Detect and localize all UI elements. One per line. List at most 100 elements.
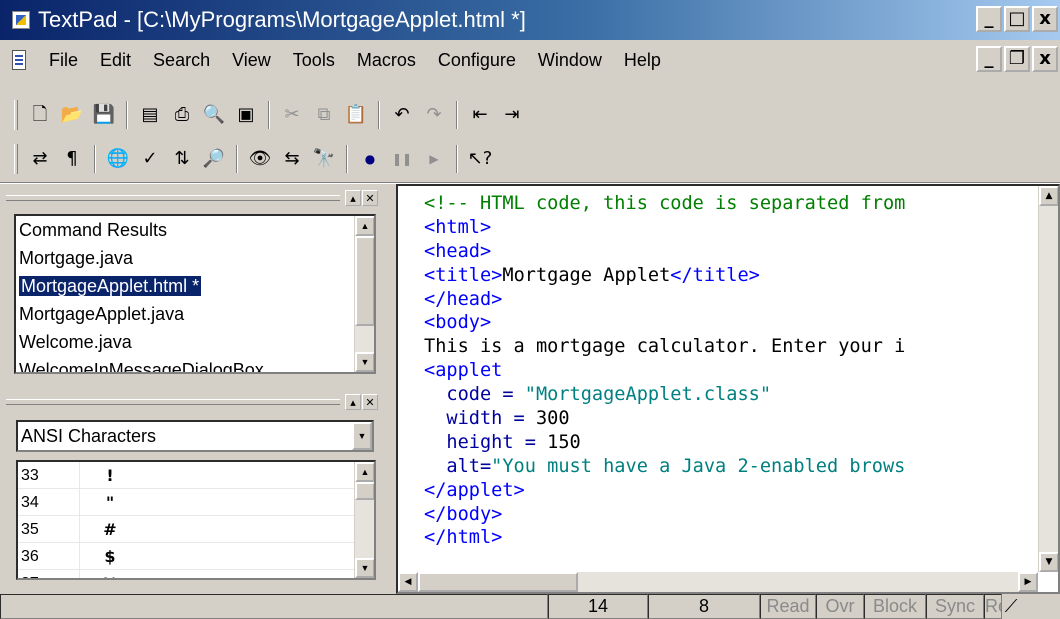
scroll-thumb[interactable] bbox=[355, 236, 374, 326]
document-system-menu-icon[interactable] bbox=[12, 50, 26, 70]
scroll-up-arrow-icon[interactable]: ▲ bbox=[355, 216, 374, 236]
menu-edit[interactable]: Edit bbox=[89, 50, 142, 71]
clip-row[interactable]: 34 " bbox=[18, 489, 374, 516]
document-item-mortgageapplet-java[interactable]: MortgageApplet.java bbox=[16, 300, 374, 328]
pane-close-button[interactable]: ✕ bbox=[362, 190, 378, 206]
menu-help[interactable]: Help bbox=[613, 50, 672, 71]
word-wrap-icon[interactable]: ⇄ bbox=[26, 145, 54, 173]
clip-list-scrollbar[interactable]: ▲ ▼ bbox=[354, 462, 374, 578]
code-line[interactable]: height = 150 bbox=[424, 431, 905, 455]
new-file-icon[interactable]: 🗋 bbox=[26, 101, 54, 129]
paste-icon[interactable]: 📋 bbox=[342, 101, 370, 129]
document-minimize-button[interactable]: _ bbox=[976, 46, 1002, 72]
pane-grip[interactable] bbox=[6, 399, 340, 405]
code-line[interactable]: </html> bbox=[424, 526, 905, 550]
maximize-button[interactable]: □ bbox=[1004, 6, 1030, 32]
code-line[interactable]: <head> bbox=[424, 240, 905, 264]
menu-window[interactable]: Window bbox=[527, 50, 613, 71]
scroll-left-arrow-icon[interactable]: ◀ bbox=[398, 572, 418, 592]
code-line[interactable]: <applet bbox=[424, 359, 905, 383]
code-line[interactable]: width = 300 bbox=[424, 407, 905, 431]
pause-icon[interactable]: ❚❚ bbox=[388, 145, 416, 173]
redo-icon[interactable]: ↷ bbox=[420, 101, 448, 129]
play-icon[interactable]: ▶ bbox=[420, 145, 448, 173]
chevron-down-icon[interactable]: ▼ bbox=[352, 422, 372, 450]
find-in-files-icon[interactable]: 🔎 bbox=[200, 145, 228, 173]
print-icon[interactable]: ⎙ bbox=[168, 101, 196, 129]
code-editor[interactable]: <!-- HTML code, this code is separated f… bbox=[396, 184, 1060, 594]
toolbar-grip[interactable] bbox=[14, 144, 18, 174]
code-line[interactable]: </body> bbox=[424, 503, 905, 527]
clip-row[interactable]: 36 $ bbox=[18, 543, 374, 570]
clip-row[interactable]: 33! bbox=[18, 462, 374, 489]
document-list-scrollbar[interactable]: ▲ ▼ bbox=[354, 216, 374, 372]
code-line[interactable]: alt="You must have a Java 2-enabled brow… bbox=[424, 455, 905, 479]
scroll-down-arrow-icon[interactable]: ▼ bbox=[355, 558, 374, 578]
scroll-up-arrow-icon[interactable]: ▲ bbox=[355, 462, 374, 482]
help-cursor-icon[interactable]: ↖? bbox=[466, 145, 494, 173]
menu-view[interactable]: View bbox=[221, 50, 282, 71]
scroll-down-arrow-icon[interactable]: ▼ bbox=[1039, 552, 1058, 572]
clip-library-select[interactable]: ANSI Characters ▼ bbox=[16, 420, 374, 452]
web-browser-icon[interactable]: 🌐 bbox=[104, 145, 132, 173]
code-token: code = bbox=[424, 384, 525, 406]
resize-grip-icon[interactable]: ⟋ bbox=[1002, 594, 1020, 619]
document-item-welcomeinmessagedialogbox[interactable]: WelcomeInMessageDialogBox bbox=[16, 356, 374, 372]
code-line[interactable]: code = "MortgageApplet.class" bbox=[424, 383, 905, 407]
save-icon[interactable]: 💾 bbox=[90, 101, 118, 129]
replace-icon[interactable]: ⇆ bbox=[278, 145, 306, 173]
code-line[interactable]: </applet> bbox=[424, 479, 905, 503]
toolbar-grip[interactable] bbox=[14, 100, 18, 130]
open-file-icon[interactable]: 📂 bbox=[58, 101, 86, 129]
pane-grip[interactable] bbox=[6, 195, 340, 201]
copy-icon[interactable]: ⧉ bbox=[310, 101, 338, 129]
menu-configure[interactable]: Configure bbox=[427, 50, 527, 71]
undo-icon[interactable]: ↶ bbox=[388, 101, 416, 129]
clip-row[interactable]: 35 # bbox=[18, 516, 374, 543]
scroll-up-arrow-icon[interactable]: ▲ bbox=[1039, 186, 1058, 206]
copy-doc-icon[interactable]: ▤ bbox=[136, 101, 164, 129]
outdent-icon[interactable]: ⇥ bbox=[498, 101, 526, 129]
document-item-command-results[interactable]: Command Results bbox=[16, 216, 374, 244]
code-line[interactable]: <body> bbox=[424, 311, 905, 335]
editor-vertical-scrollbar[interactable]: ▲ ▼ bbox=[1038, 186, 1058, 572]
code-line[interactable]: </head> bbox=[424, 288, 905, 312]
scroll-right-arrow-icon[interactable]: ▶ bbox=[1018, 572, 1038, 592]
view-icon[interactable]: 👁 bbox=[246, 145, 274, 173]
document-item-welcome-java[interactable]: Welcome.java bbox=[16, 328, 374, 356]
minimize-button[interactable]: _ bbox=[976, 6, 1002, 32]
document-selector-header: ▴ ✕ bbox=[6, 188, 378, 208]
paragraph-icon[interactable]: ¶ bbox=[58, 145, 86, 173]
code-line[interactable]: <html> bbox=[424, 216, 905, 240]
menu-macros[interactable]: Macros bbox=[346, 50, 427, 71]
menu-search[interactable]: Search bbox=[142, 50, 221, 71]
scroll-thumb[interactable] bbox=[355, 482, 374, 500]
scroll-down-arrow-icon[interactable]: ▼ bbox=[355, 352, 374, 372]
editor-horizontal-scrollbar[interactable]: ◀ ▶ bbox=[398, 572, 1038, 592]
document-item-mortgage-java[interactable]: Mortgage.java bbox=[16, 244, 374, 272]
indent-icon[interactable]: ⇤ bbox=[466, 101, 494, 129]
clip-row[interactable]: 37% bbox=[18, 570, 374, 578]
document-close-button[interactable]: x bbox=[1032, 46, 1058, 72]
pane-close-button[interactable]: ✕ bbox=[362, 394, 378, 410]
scroll-thumb[interactable] bbox=[418, 572, 578, 592]
document-item-mortgageapplet-html[interactable]: MortgageApplet.html * bbox=[16, 272, 374, 300]
record-icon[interactable]: ● bbox=[356, 145, 384, 173]
menu-file[interactable]: File bbox=[38, 50, 89, 71]
textpad-app-icon[interactable] bbox=[12, 11, 30, 29]
code-line[interactable]: This is a mortgage calculator. Enter you… bbox=[424, 335, 905, 359]
menu-tools[interactable]: Tools bbox=[282, 50, 346, 71]
pane-restore-button[interactable]: ▴ bbox=[345, 394, 361, 410]
properties-icon[interactable]: ▣ bbox=[232, 101, 260, 129]
code-text[interactable]: <!-- HTML code, this code is separated f… bbox=[424, 192, 905, 550]
find-icon[interactable]: 🔭 bbox=[310, 145, 338, 173]
code-line[interactable]: <title>Mortgage Applet</title> bbox=[424, 264, 905, 288]
cut-icon[interactable]: ✂ bbox=[278, 101, 306, 129]
document-restore-button[interactable]: ❐ bbox=[1004, 46, 1030, 72]
print-preview-icon[interactable]: 🔍 bbox=[200, 101, 228, 129]
pane-restore-button[interactable]: ▴ bbox=[345, 190, 361, 206]
close-button[interactable]: x bbox=[1032, 6, 1058, 32]
code-line[interactable]: <!-- HTML code, this code is separated f… bbox=[424, 192, 905, 216]
spelling-icon[interactable]: ✓ bbox=[136, 145, 164, 173]
sort-icon[interactable]: ⇅ bbox=[168, 145, 196, 173]
